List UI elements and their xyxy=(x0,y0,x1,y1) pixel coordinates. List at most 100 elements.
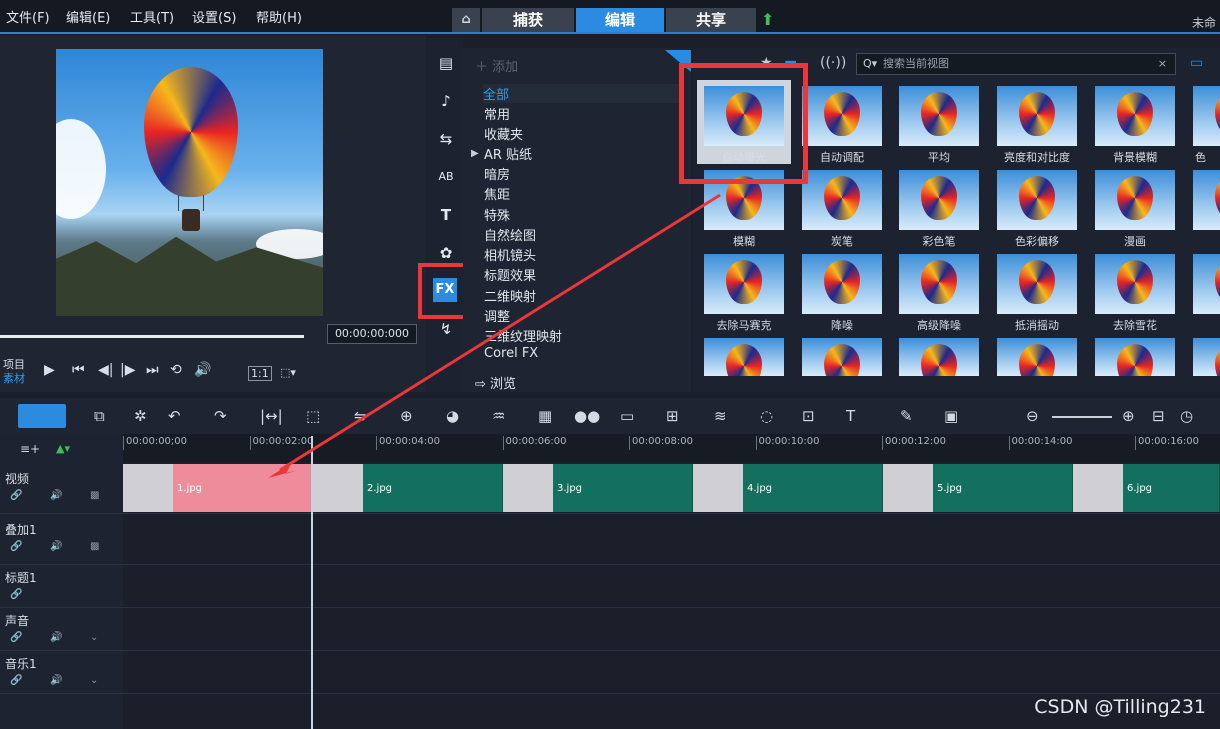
effect-thumb[interactable] xyxy=(997,338,1077,376)
menu-file[interactable]: 文件(F) xyxy=(6,7,50,26)
paint-icon[interactable]: ✎ xyxy=(900,407,913,425)
timeline-clip[interactable]: 6.jpg xyxy=(1073,464,1220,512)
category-common[interactable]: 常用 xyxy=(484,104,510,123)
menu-tools[interactable]: 工具(T) xyxy=(130,7,174,26)
instant-project-icon[interactable]: ♪ xyxy=(435,90,457,112)
next-frame-icon[interactable]: |▶ xyxy=(120,362,135,378)
category-camera-lens[interactable]: 相机镜头 xyxy=(484,245,536,264)
category-favorites[interactable]: 收藏夹 xyxy=(484,124,523,143)
effect-thumb[interactable] xyxy=(704,254,784,314)
frame-icon[interactable]: ⬚ xyxy=(306,407,320,425)
scrub-bar[interactable] xyxy=(0,335,304,338)
link-icon[interactable]: 🔗 xyxy=(10,490,22,501)
track-extra-icon[interactable]: ⌄ xyxy=(90,632,98,643)
category-2d-mapping[interactable]: 二维映射 xyxy=(484,286,536,305)
view-mode-icon[interactable]: ▭ xyxy=(1190,55,1203,71)
ripple-icon[interactable]: ▲▾ xyxy=(56,442,70,455)
effect-thumb[interactable] xyxy=(802,170,882,230)
category-focus[interactable]: 焦距 xyxy=(484,184,510,203)
category-natural-painting[interactable]: 自然绘图 xyxy=(484,225,536,244)
home-icon[interactable]: ⌂ xyxy=(452,8,480,32)
track-volume-icon[interactable]: 🔊 xyxy=(50,632,62,643)
effect-thumb[interactable] xyxy=(997,86,1077,146)
track-volume-icon[interactable]: 🔊 xyxy=(50,541,62,552)
menu-settings[interactable]: 设置(S) xyxy=(192,7,236,26)
title-ab-icon[interactable]: AB xyxy=(435,166,457,188)
tab-capture[interactable]: 捕获 xyxy=(482,8,574,32)
home-start-icon[interactable]: ⏮ xyxy=(72,362,85,378)
end-icon[interactable]: ⏭ xyxy=(146,362,159,378)
audio-wave-icon[interactable]: ♒ xyxy=(492,407,505,425)
effect-thumb[interactable] xyxy=(1193,86,1220,146)
aspect-ratio-button[interactable]: 1:1 xyxy=(248,366,272,381)
track-extra-icon[interactable]: ⌄ xyxy=(90,675,98,686)
timeline-clip[interactable]: 2.jpg xyxy=(313,464,503,512)
redo-icon[interactable]: ↷ xyxy=(214,407,227,425)
clock-icon[interactable]: ◷ xyxy=(1180,407,1193,425)
track-manager-icon[interactable]: ≡+ xyxy=(20,442,40,456)
track-extra-icon[interactable]: ▩ xyxy=(90,541,99,552)
motion-icon[interactable]: ⇋ xyxy=(354,407,367,425)
stabilize-icon[interactable]: ⊕ xyxy=(400,407,413,425)
fx-filter-icon[interactable]: FX xyxy=(433,278,457,302)
browse-button[interactable]: ⇨ 浏览 xyxy=(475,373,516,392)
subtitle-icon[interactable]: ▭ xyxy=(620,407,634,425)
graphics-icon[interactable]: ✿ xyxy=(435,242,457,264)
category-ar-sticker[interactable]: AR 贴纸 xyxy=(484,144,532,163)
link-icon[interactable]: 🔗 xyxy=(10,541,22,552)
fit-icon[interactable]: |↔| xyxy=(260,407,283,425)
effect-thumb[interactable] xyxy=(1095,254,1175,314)
category-3d-texture[interactable]: 三维纹理映射 xyxy=(484,326,562,345)
repeat-icon[interactable]: ⟲ xyxy=(170,362,182,378)
effect-thumb[interactable] xyxy=(802,86,882,146)
effect-thumb[interactable] xyxy=(899,338,979,376)
track-volume-icon[interactable]: 🔊 xyxy=(50,675,62,686)
timeline-clip[interactable]: 5.jpg xyxy=(883,464,1073,512)
link-icon[interactable]: 🔗 xyxy=(10,632,22,643)
speed-icon[interactable]: ≋ xyxy=(714,407,727,425)
undo-icon[interactable]: ↶ xyxy=(168,407,181,425)
track-extra-icon[interactable]: ▩ xyxy=(90,490,99,501)
clip-mode-label[interactable]: 素材 xyxy=(3,370,25,386)
category-darkroom[interactable]: 暗房 xyxy=(484,164,510,183)
upload-icon[interactable]: ⬆ xyxy=(761,10,774,29)
link-icon[interactable]: 🔗 xyxy=(10,675,22,686)
color-icon[interactable]: ◕ xyxy=(446,407,459,425)
effect-thumb[interactable] xyxy=(1095,86,1175,146)
menu-edit[interactable]: 编辑(E) xyxy=(66,7,110,26)
fit-project-icon[interactable]: ⊟ xyxy=(1152,407,1165,425)
clear-search-icon[interactable]: × xyxy=(1158,54,1167,74)
zoom-in-icon[interactable]: ⊕ xyxy=(1122,407,1135,425)
zoom-out-icon[interactable]: ⊖ xyxy=(1026,407,1039,425)
category-all[interactable]: 全部 xyxy=(483,84,683,103)
effect-thumb[interactable] xyxy=(899,254,979,314)
playhead[interactable] xyxy=(311,436,313,729)
play-icon[interactable]: ▶ xyxy=(44,362,55,378)
timecode-field[interactable]: 00:00:00:000 xyxy=(327,324,417,344)
add-track-icon[interactable]: ⧉ xyxy=(94,407,105,425)
tab-share[interactable]: 共享 xyxy=(666,8,756,32)
mask-icon[interactable]: ●● xyxy=(574,407,600,425)
3d-title-icon[interactable]: T xyxy=(846,407,855,425)
timeline-view-button[interactable] xyxy=(18,404,66,428)
effect-thumb[interactable] xyxy=(899,86,979,146)
category-adjust[interactable]: 调整 xyxy=(484,306,510,325)
screen-record-icon[interactable]: ▣ xyxy=(944,407,958,425)
effect-thumb[interactable] xyxy=(899,170,979,230)
expand-arrow-icon[interactable]: ▶ xyxy=(471,148,479,159)
timeline-clip[interactable]: 1.jpg xyxy=(123,464,313,512)
category-special[interactable]: 特殊 xyxy=(484,205,510,224)
audio-filter-icon[interactable]: ((·)) xyxy=(820,55,846,71)
media-library-icon[interactable]: ▤ xyxy=(435,52,457,74)
effect-thumb[interactable] xyxy=(802,338,882,376)
effect-thumb[interactable] xyxy=(1193,338,1220,376)
timeline-clip[interactable]: 4.jpg xyxy=(693,464,883,512)
category-corel-fx[interactable]: Corel FX xyxy=(484,346,538,361)
search-input[interactable]: Q▾ 搜索当前视图 × xyxy=(856,53,1176,75)
effect-thumb[interactable] xyxy=(1193,254,1220,314)
link-icon[interactable]: 🔗 xyxy=(10,589,22,600)
effect-thumb[interactable] xyxy=(802,254,882,314)
title-t-icon[interactable]: T xyxy=(435,204,457,226)
grid-icon[interactable]: ⊞ xyxy=(666,407,679,425)
transition-icon[interactable]: ⇆ xyxy=(435,128,457,150)
